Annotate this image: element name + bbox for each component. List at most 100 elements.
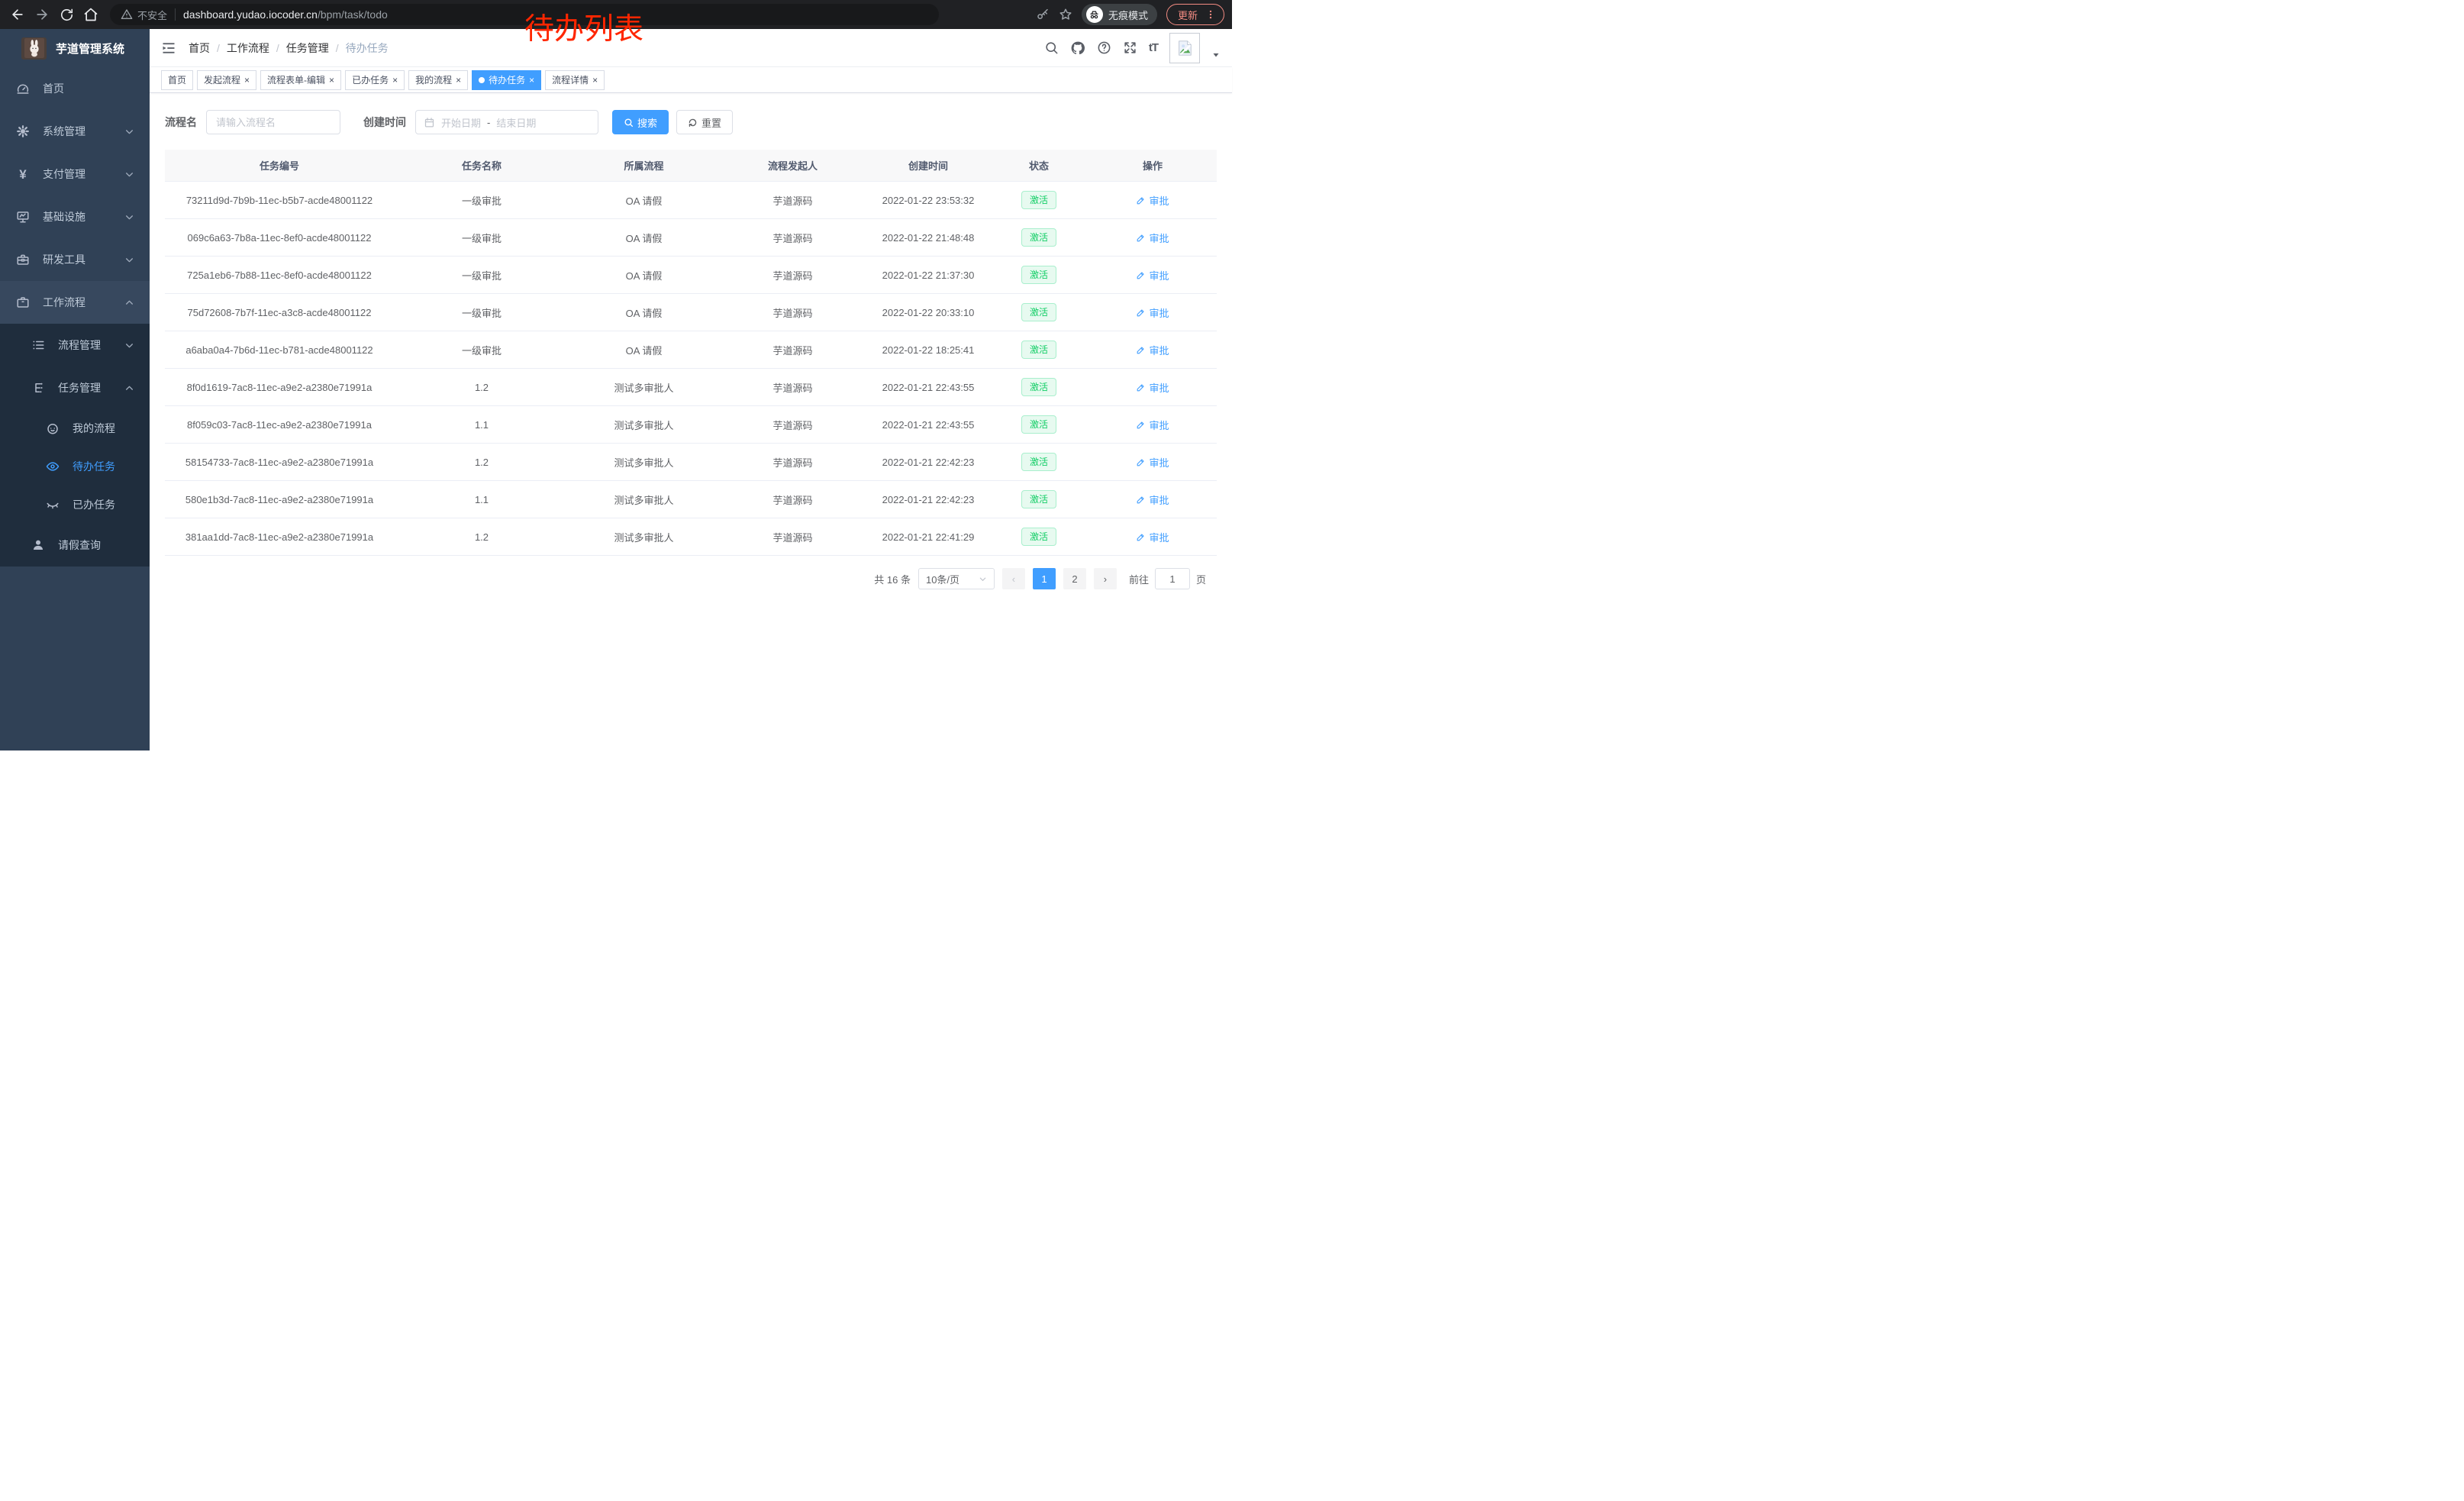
fullscreen-icon[interactable] [1123,40,1137,55]
breadcrumb-separator: / [336,42,339,54]
reload-icon[interactable] [56,5,76,24]
reset-button[interactable]: 重置 [676,110,733,134]
table-body: 73211d9d-7b9b-11ec-b5b7-acde48001122 一级审… [165,182,1217,556]
approve-link[interactable]: 审批 [1136,455,1169,470]
approve-link[interactable]: 审批 [1136,305,1169,320]
sidebar-item-system[interactable]: 系统管理 [0,110,150,153]
forward-icon[interactable] [32,5,52,24]
sidebar-item-leave-query[interactable]: 请假查询 [0,524,150,567]
page-button-1[interactable]: 1 [1033,568,1056,589]
created-cell: 2022-01-21 22:41:29 [867,531,989,543]
yen-icon: ¥ [16,167,30,181]
approve-link[interactable]: 审批 [1136,380,1169,395]
star-icon[interactable] [1059,8,1072,21]
sidebar-item-label: 请假查询 [58,537,101,553]
created-cell: 2022-01-22 21:37:30 [867,270,989,281]
col-process: 所属流程 [569,158,718,173]
sidebar: 芋道管理系统 首页 系统管理 ¥ 支付管理 基础设施 [0,29,150,750]
approve-link[interactable]: 审批 [1136,492,1169,507]
tab-form-edit[interactable]: 流程表单-编辑× [260,70,341,90]
tab-start-process[interactable]: 发起流程× [197,70,256,90]
tab-my-process[interactable]: 我的流程× [408,70,468,90]
font-size-icon[interactable]: tT [1149,41,1158,54]
goto-page-input[interactable] [1155,568,1190,589]
key-icon[interactable] [1036,8,1050,21]
sidebar-item-workflow[interactable]: 工作流程 [0,281,150,324]
close-icon[interactable]: × [529,76,534,85]
todo-task-page: 流程名 创建时间 开始日期 - 结束日期 搜索 重置 [150,93,1232,750]
table-row: 8f0d1619-7ac8-11ec-a9e2-a2380e71991a 1.2… [165,369,1217,406]
status-badge: 激活 [1021,228,1056,247]
close-icon[interactable]: × [592,76,598,85]
close-icon[interactable]: × [392,76,398,85]
table-row: 73211d9d-7b9b-11ec-b5b7-acde48001122 一级审… [165,182,1217,219]
task-id-cell: a6aba0a4-7b6d-11ec-b781-acde48001122 [165,344,394,356]
breadcrumb-task-management[interactable]: 任务管理 [286,40,329,56]
tab-home[interactable]: 首页 [161,70,193,90]
next-page-button[interactable]: › [1094,568,1117,589]
avatar[interactable] [1169,33,1200,63]
help-icon[interactable] [1097,40,1111,55]
more-menu-icon[interactable] [1205,8,1216,21]
close-icon[interactable]: × [456,76,461,85]
starter-cell: 芋道源码 [718,343,867,357]
sidebar-item-payment[interactable]: ¥ 支付管理 [0,153,150,195]
tab-todo-tasks[interactable]: 待办任务× [472,70,541,90]
start-date-placeholder: 开始日期 [441,115,481,130]
workflow-submenu: 流程管理 任务管理 我的流程 待办任务 已办 [0,324,150,567]
breadcrumb-workflow[interactable]: 工作流程 [227,40,269,56]
search-button[interactable]: 搜索 [612,110,669,134]
date-range-picker[interactable]: 开始日期 - 结束日期 [415,110,598,134]
approve-link[interactable]: 审批 [1136,418,1169,432]
browser-update-button[interactable]: 更新 [1166,4,1224,25]
sidebar-fold-icon[interactable] [161,40,176,56]
edit-icon [1136,233,1146,243]
github-icon[interactable] [1070,40,1085,56]
eye-closed-icon [46,498,60,512]
back-icon[interactable] [8,5,27,24]
flow-icon [31,381,45,395]
approve-link[interactable]: 审批 [1136,193,1169,208]
breadcrumb-home[interactable]: 首页 [189,40,210,56]
page-size-select[interactable]: 10条/页 [918,568,995,589]
sidebar-item-done-tasks[interactable]: 已办任务 [0,486,150,524]
search-icon[interactable] [1044,40,1059,55]
home-icon[interactable] [81,5,101,24]
sidebar-item-process-management[interactable]: 流程管理 [0,324,150,366]
task-name-cell: 一级审批 [394,343,569,357]
prev-page-button[interactable]: ‹ [1002,568,1025,589]
sidebar-item-devtools[interactable]: 研发工具 [0,238,150,281]
status-badge: 激活 [1021,415,1056,434]
edit-icon [1136,195,1146,205]
task-id-cell: 8f059c03-7ac8-11ec-a9e2-a2380e71991a [165,419,394,431]
chevron-down-icon [124,341,134,350]
close-icon[interactable]: × [244,76,250,85]
top-navbar: 首页 / 工作流程 / 任务管理 / 待办任务 tT [150,29,1232,67]
approve-link[interactable]: 审批 [1136,343,1169,357]
starter-cell: 芋道源码 [718,455,867,470]
breadcrumb-current: 待办任务 [346,40,389,56]
task-name-cell: 1.2 [394,382,569,393]
app-logo[interactable]: 芋道管理系统 [0,29,150,67]
sidebar-item-home[interactable]: 首页 [0,67,150,110]
range-separator: - [487,117,490,128]
page-button-2[interactable]: 2 [1063,568,1086,589]
sidebar-item-task-management[interactable]: 任务管理 [0,366,150,409]
sidebar-item-infrastructure[interactable]: 基础设施 [0,195,150,238]
close-icon[interactable]: × [329,76,334,85]
process-name-input[interactable] [206,110,340,134]
edit-icon [1136,532,1146,542]
process-cell: OA 请假 [569,305,718,320]
tab-done-tasks[interactable]: 已办任务× [345,70,405,90]
sidebar-item-my-process[interactable]: 我的流程 [0,409,150,447]
status-cell: 激活 [989,228,1088,247]
breadcrumb: 首页 / 工作流程 / 任务管理 / 待办任务 [189,40,389,56]
tab-process-detail[interactable]: 流程详情× [545,70,605,90]
sidebar-item-todo-tasks[interactable]: 待办任务 [0,447,150,486]
approve-link[interactable]: 审批 [1136,231,1169,245]
sidebar-item-label: 我的流程 [73,421,115,436]
approve-link[interactable]: 审批 [1136,530,1169,544]
user-icon [31,538,45,552]
caret-down-icon[interactable] [1211,50,1221,60]
approve-link[interactable]: 审批 [1136,268,1169,282]
